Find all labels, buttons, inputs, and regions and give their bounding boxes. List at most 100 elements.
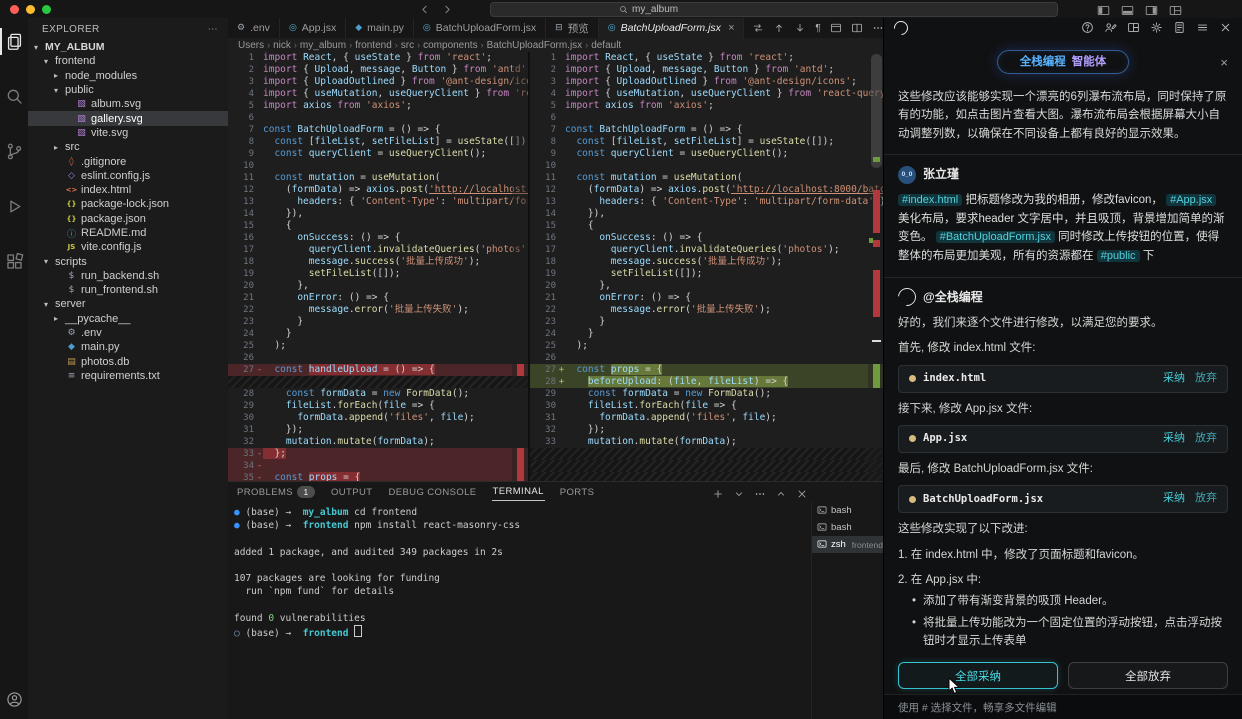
tab-env[interactable]: ⚙.env [228, 18, 280, 38]
overview-ruler-left[interactable] [512, 52, 528, 481]
panel-tab-ports[interactable]: PORTS [559, 484, 596, 501]
previous-change-icon[interactable] [773, 22, 785, 34]
panel-tab-output[interactable]: OUTPUT [330, 484, 373, 501]
tree-item-vite-svg[interactable]: ▧vite.svg [28, 126, 228, 140]
panel-tab-problems[interactable]: PROBLEMS1 [236, 483, 316, 501]
tree-item-gallery-svg[interactable]: ▧gallery.svg [28, 111, 228, 125]
close-window-button[interactable] [10, 5, 19, 14]
launch-profile-icon[interactable] [733, 485, 745, 503]
account-icon[interactable] [6, 691, 23, 709]
feedback-icon[interactable] [1104, 19, 1117, 37]
accept-file-button[interactable]: 采纳 [1163, 490, 1185, 508]
discard-file-button[interactable]: 放弃 [1195, 490, 1217, 508]
explorer-more-icon[interactable]: ⋯ [208, 24, 218, 35]
overview-ruler-right[interactable] [868, 52, 884, 481]
terminal-instance-zshfrontend[interactable]: zshfrontend [812, 536, 884, 553]
swap-sides-icon[interactable] [752, 22, 764, 34]
source-control-icon[interactable] [0, 142, 28, 161]
maximize-panel-icon[interactable] [775, 485, 787, 503]
code-text [263, 112, 528, 124]
tree-item-public[interactable]: ▾public [28, 83, 228, 97]
tree-item-requirements-txt[interactable]: ≡requirements.txt [28, 369, 228, 383]
tree-item-main-py[interactable]: ◆main.py [28, 340, 228, 354]
dismiss-badge-icon[interactable]: × [1220, 53, 1228, 74]
breadcrumb-item-src[interactable]: src [401, 40, 414, 51]
zoom-window-button[interactable] [42, 5, 51, 14]
breadcrumb-item-my-album[interactable]: my_album [300, 40, 346, 51]
breadcrumb-item-default[interactable]: default [591, 40, 621, 51]
tree-item-run-frontend-sh[interactable]: $run_frontend.sh [28, 283, 228, 297]
more-icon[interactable] [754, 485, 766, 503]
tab-batchuploadform-jsx[interactable]: ◎BatchUploadForm.jsx× [599, 18, 745, 38]
close-panel-icon[interactable] [1219, 19, 1232, 37]
tree-item-package-json[interactable]: {}package.json [28, 212, 228, 226]
minimize-window-button[interactable] [26, 5, 35, 14]
chat-body: 全栈编程 智能体 × 这些修改应该能够实现一个漂亮的6列瀑布流布局，同时保持了原… [884, 38, 1242, 667]
tree-item-run-backend-sh[interactable]: $run_backend.sh [28, 269, 228, 283]
explorer-icon[interactable] [0, 32, 28, 51]
code-text: mutation.mutate(formData); [565, 436, 884, 448]
help-icon[interactable] [1081, 19, 1094, 37]
accept-file-button[interactable]: 采纳 [1163, 430, 1185, 448]
tree-item-server[interactable]: ▾server [28, 297, 228, 311]
next-change-icon[interactable] [794, 22, 806, 34]
extensions-icon[interactable] [0, 252, 28, 271]
accept-all-button[interactable]: 全部采纳 [898, 662, 1058, 689]
new-terminal-icon[interactable] [712, 485, 724, 503]
tree-item-index-html[interactable]: <>index.html [28, 183, 228, 197]
agent-badge[interactable]: 全栈编程 智能体 [997, 50, 1130, 74]
tab-app-jsx[interactable]: ◎App.jsx [280, 18, 346, 38]
tree-item-src[interactable]: ▸src [28, 140, 228, 154]
breadcrumb-item-users[interactable]: Users [238, 40, 264, 51]
split-editor-icon[interactable] [851, 22, 863, 34]
discard-all-button[interactable]: 全部放弃 [1068, 662, 1228, 689]
tab-batchuploadform-jsx[interactable]: ◎BatchUploadForm.jsx [414, 18, 546, 38]
tree-item-readme-md[interactable]: ⓘREADME.md [28, 226, 228, 240]
more-actions-icon[interactable] [872, 22, 884, 34]
settings-gear-icon[interactable] [1150, 19, 1163, 37]
discard-file-button[interactable]: 放弃 [1195, 430, 1217, 448]
open-preview-icon[interactable] [830, 22, 842, 34]
tab-预览[interactable]: ⊟预览 [546, 18, 599, 38]
close-panel-icon[interactable] [796, 485, 808, 503]
tree-item-node-modules[interactable]: ▸node_modules [28, 69, 228, 83]
tree-item-eslint-config-js[interactable]: ◇eslint.config.js [28, 169, 228, 183]
terminal-output[interactable]: ● (base) → my_album cd frontend● (base) … [234, 506, 808, 719]
navigate-forward-icon[interactable] [441, 1, 454, 19]
line-number: 6 [530, 112, 558, 124]
tree-item-frontend[interactable]: ▾frontend [28, 54, 228, 68]
discard-file-button[interactable]: 放弃 [1195, 370, 1217, 388]
terminal-instance-bash[interactable]: bash [812, 519, 884, 536]
navigate-back-icon[interactable] [418, 1, 431, 19]
breadcrumb-item-frontend[interactable]: frontend [355, 40, 392, 51]
tree-item-vite-config-js[interactable]: JSvite.config.js [28, 240, 228, 254]
breadcrumb-item-components[interactable]: components [423, 40, 477, 51]
tree-item-env[interactable]: ⚙.env [28, 326, 228, 340]
tree-item-package-lock-json[interactable]: {}package-lock.json [28, 197, 228, 211]
notes-icon[interactable] [1173, 19, 1186, 37]
tree-item-gitignore[interactable]: ◊.gitignore [28, 154, 228, 168]
tree-item-pycache[interactable]: ▸__pycache__ [28, 312, 228, 326]
panel-tab-terminal[interactable]: TERMINAL [492, 483, 545, 501]
menu-icon[interactable] [1196, 19, 1209, 37]
command-center[interactable]: my_album [490, 2, 1058, 17]
tree-item-photos-db[interactable]: ▤photos.db [28, 355, 228, 369]
tree-item-scripts[interactable]: ▾scripts [28, 254, 228, 268]
breadcrumb-item-nick[interactable]: nick [273, 40, 291, 51]
breadcrumb-item-batchuploadform-jsx[interactable]: BatchUploadForm.jsx [487, 40, 583, 51]
scrollbar-thumb[interactable] [871, 54, 882, 168]
tab-main-py[interactable]: ◆main.py [346, 18, 414, 38]
whitespace-icon[interactable]: ¶ [815, 23, 820, 34]
tree-item-album-svg[interactable]: ▧album.svg [28, 97, 228, 111]
tree-item-my-album[interactable]: ▾MY_ALBUM [28, 40, 228, 54]
diff-editor[interactable]: 1import React, { useState } from 'react'… [228, 52, 884, 481]
close-tab-icon[interactable]: × [728, 22, 734, 34]
run-debug-icon[interactable] [0, 197, 28, 216]
terminal-instance-bash[interactable]: bash [812, 502, 884, 519]
panel-tab-debug-console[interactable]: DEBUG CONSOLE [387, 484, 477, 501]
accept-file-button[interactable]: 采纳 [1163, 370, 1185, 388]
search-icon[interactable] [0, 87, 28, 106]
code-text: const props = { [263, 472, 528, 481]
sessions-icon[interactable] [1127, 19, 1140, 37]
breadcrumb-separator: › [349, 40, 352, 50]
